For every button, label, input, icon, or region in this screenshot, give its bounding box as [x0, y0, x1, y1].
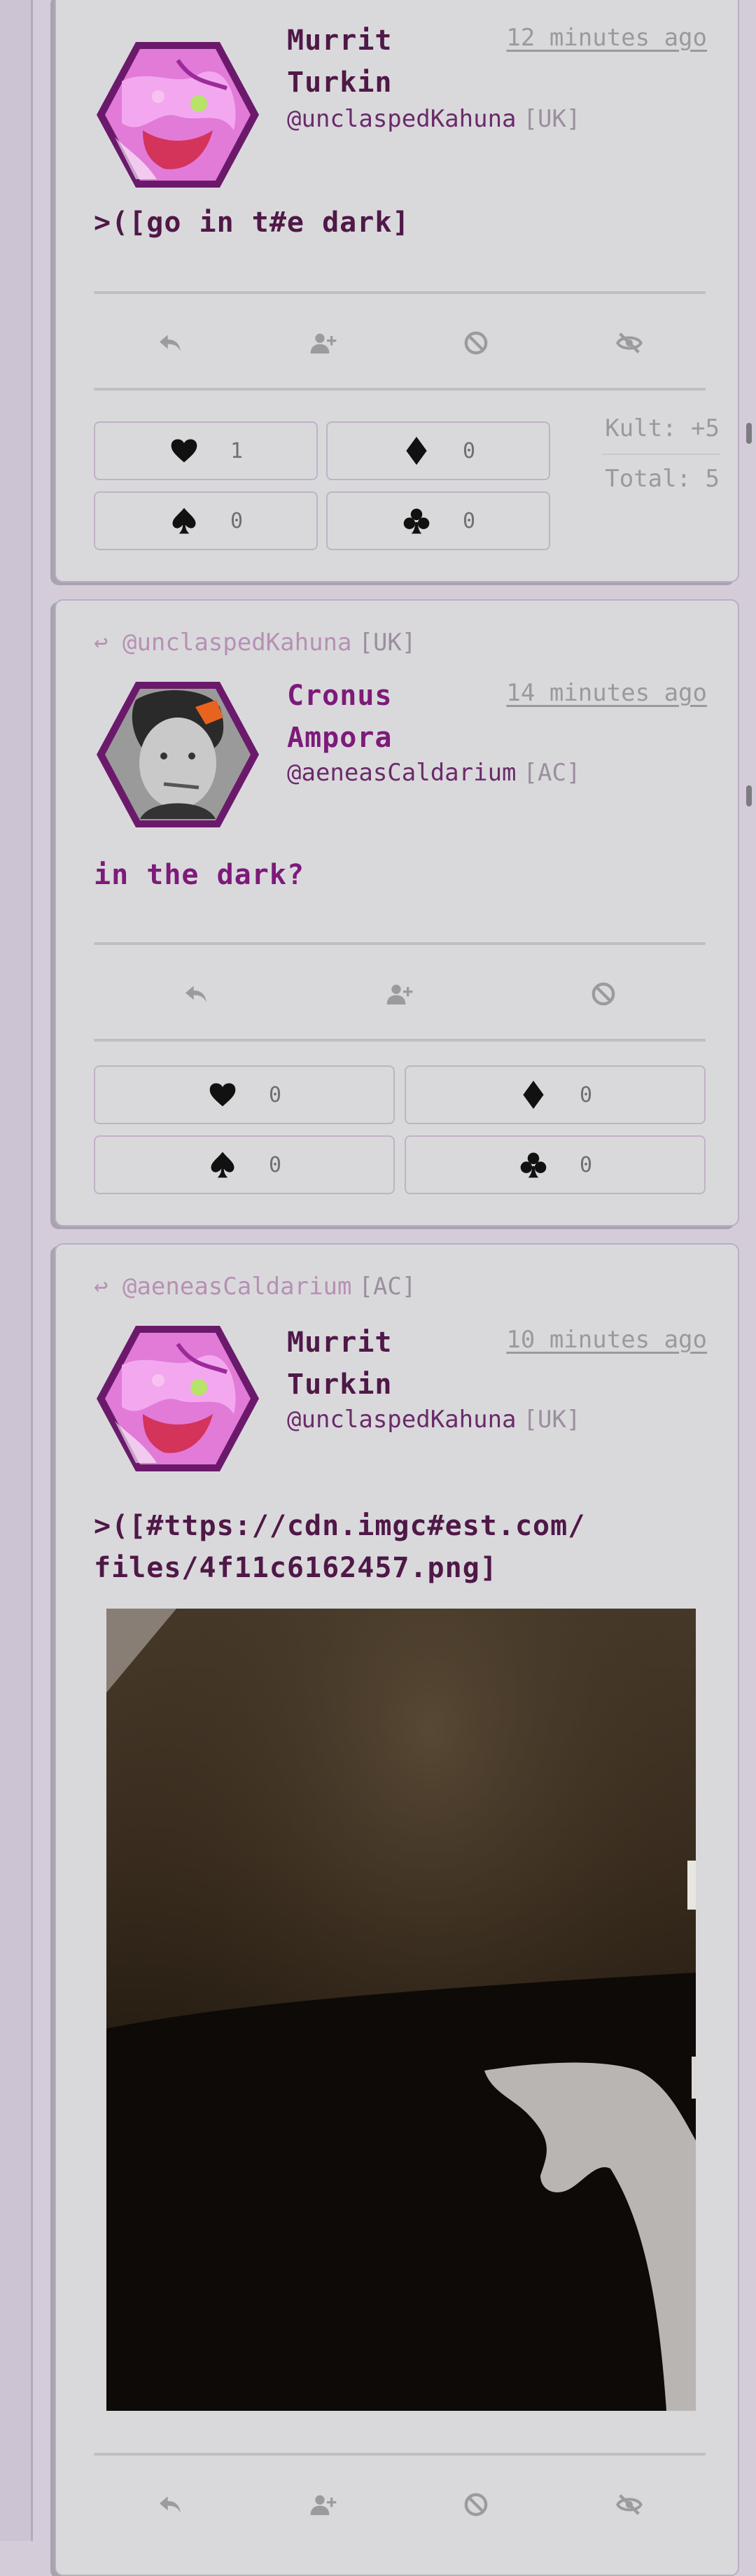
hide-button[interactable]	[553, 2471, 706, 2538]
reply-arrow-icon: ↩	[94, 629, 108, 657]
post-actions	[94, 309, 706, 377]
divider	[94, 1039, 706, 1042]
reaction-spade[interactable]: 0	[94, 1135, 395, 1194]
reaction-diamond[interactable]: 0	[326, 421, 550, 480]
club-icon	[518, 1149, 549, 1180]
author-name[interactable]: Cronus Ampora	[287, 675, 413, 759]
reaction-club[interactable]: 0	[326, 491, 550, 550]
author-handle[interactable]: @aeneasCaldarium [AC]	[287, 759, 580, 787]
hide-icon	[615, 2491, 643, 2519]
reaction-count: 0	[230, 508, 244, 533]
diamond-icon	[518, 1079, 549, 1110]
reply-icon	[156, 2491, 184, 2519]
block-icon	[589, 980, 617, 1008]
reply-to-tag: [AC]	[358, 1273, 416, 1301]
handle-text[interactable]: @unclaspedKahuna	[287, 1406, 517, 1434]
block-button[interactable]	[400, 2471, 553, 2538]
heart-icon	[169, 435, 200, 466]
post-body: >([#ttps://cdn.imgc#est.com/ files/4f11c…	[94, 1510, 586, 1584]
block-button[interactable]	[502, 960, 706, 1028]
scroll-indicator[interactable]	[746, 785, 752, 806]
follow-button[interactable]	[247, 309, 400, 377]
post-scores: Kult: +5 Total: 5	[602, 414, 720, 493]
heart-icon	[207, 1079, 238, 1110]
reply-icon	[156, 329, 184, 357]
reaction-heart[interactable]: 0	[94, 1065, 395, 1124]
reaction-heart[interactable]: 1	[94, 421, 318, 480]
photo-dark-room	[106, 1609, 696, 2411]
hide-button[interactable]	[553, 309, 706, 377]
author-name[interactable]: Murrit Turkin	[287, 20, 413, 104]
handle-tag: [UK]	[523, 1406, 581, 1434]
block-icon	[462, 329, 490, 357]
reaction-count: 0	[579, 1082, 593, 1107]
add-user-icon	[309, 2491, 337, 2519]
reply-button[interactable]	[94, 2471, 247, 2538]
add-user-icon	[309, 329, 337, 357]
reaction-count: 0	[462, 508, 476, 533]
post-card: Murrit Turkin @unclaspedKahuna [UK] 12 mi…	[55, 0, 752, 582]
reply-button[interactable]	[94, 960, 298, 1028]
reply-button[interactable]	[94, 309, 247, 377]
total-score: Total: 5	[605, 465, 720, 493]
reaction-count: 1	[230, 438, 244, 463]
reply-to[interactable]: ↩ @unclaspedKahuna [UK]	[94, 629, 416, 657]
post-card: ↩ @unclaspedKahuna [UK] Cronus Ampora @ae…	[55, 599, 752, 1226]
follow-button[interactable]	[247, 2471, 400, 2538]
reply-arrow-icon: ↩	[94, 1273, 108, 1301]
reaction-count: 0	[462, 438, 476, 463]
author-handle[interactable]: @unclaspedKahuna [UK]	[287, 105, 580, 133]
spade-icon	[207, 1149, 238, 1180]
block-icon	[462, 2491, 490, 2519]
reaction-club[interactable]: 0	[405, 1135, 706, 1194]
post-card: ↩ @aeneasCaldarium [AC] Murrit Turkin @un…	[55, 1243, 739, 2576]
add-user-icon	[386, 980, 414, 1008]
reply-to-handle[interactable]: @unclaspedKahuna	[122, 629, 352, 657]
reaction-spade[interactable]: 0	[94, 491, 318, 550]
post-timestamp[interactable]: 12 minutes ago	[506, 24, 707, 52]
follow-button[interactable]	[298, 960, 501, 1028]
scroll-indicator[interactable]	[746, 423, 752, 444]
diamond-icon	[401, 435, 432, 466]
spade-icon	[169, 505, 200, 536]
reaction-count: 0	[579, 1152, 593, 1177]
club-icon	[401, 505, 432, 536]
author-name[interactable]: Murrit Turkin	[287, 1322, 413, 1406]
post-actions	[94, 2471, 706, 2538]
reaction-diamond[interactable]: 0	[405, 1065, 706, 1124]
reply-to-tag: [UK]	[358, 629, 416, 657]
reply-to[interactable]: ↩ @aeneasCaldarium [AC]	[94, 1273, 416, 1301]
post-image[interactable]	[106, 1609, 696, 2411]
left-rail	[0, 0, 33, 2541]
handle-text[interactable]: @unclaspedKahuna	[287, 105, 517, 133]
avatar[interactable]	[94, 1323, 262, 1474]
hide-icon	[615, 329, 643, 357]
handle-tag: [AC]	[523, 759, 581, 787]
divider	[94, 388, 706, 391]
author-handle[interactable]: @unclaspedKahuna [UK]	[287, 1406, 580, 1434]
avatar[interactable]	[94, 39, 262, 190]
reaction-count: 0	[268, 1082, 282, 1107]
avatar[interactable]	[94, 679, 262, 830]
divider	[94, 291, 706, 294]
post-body: in the dark?	[94, 859, 304, 891]
post-timestamp[interactable]: 14 minutes ago	[506, 679, 707, 707]
post-body: >([go in t#e dark]	[94, 206, 410, 239]
handle-text[interactable]: @aeneasCaldarium	[287, 759, 517, 787]
reaction-count: 0	[268, 1152, 282, 1177]
handle-tag: [UK]	[523, 105, 581, 133]
reply-icon	[182, 980, 210, 1008]
score-divider	[602, 454, 720, 455]
kult-score: Kult: +5	[605, 414, 720, 442]
reply-to-handle[interactable]: @aeneasCaldarium	[122, 1273, 352, 1301]
rail-divider	[31, 0, 33, 2541]
post-actions	[94, 960, 706, 1028]
post-timestamp[interactable]: 10 minutes ago	[506, 1326, 707, 1354]
block-button[interactable]	[400, 309, 553, 377]
divider	[94, 942, 706, 945]
divider	[94, 2453, 706, 2456]
